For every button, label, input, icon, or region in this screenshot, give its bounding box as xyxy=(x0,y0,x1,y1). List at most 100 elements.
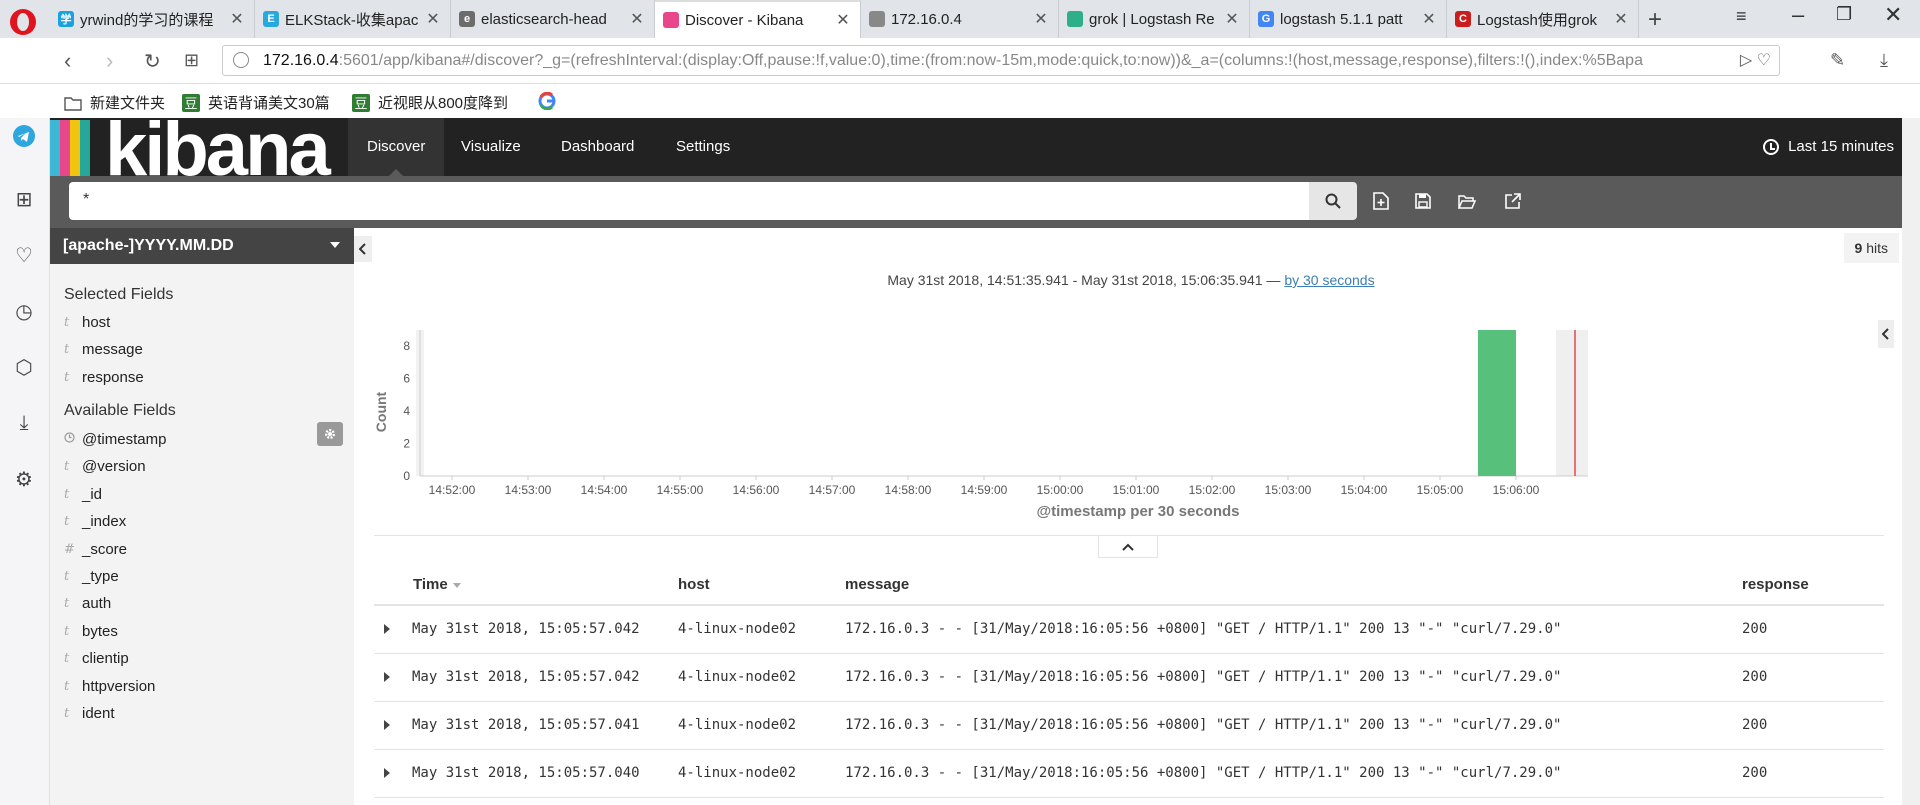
browser-tab[interactable]: Discover - Kibana ✕ xyxy=(655,0,861,38)
y-tick-label: 4 xyxy=(403,404,410,418)
close-tab-icon[interactable]: ✕ xyxy=(1420,9,1438,29)
string-type-icon: t xyxy=(64,569,70,584)
field-item[interactable]: @timestamp xyxy=(64,431,166,448)
extensions-cube-icon[interactable]: ⬡ xyxy=(12,355,36,379)
browser-tab[interactable]: 172.16.0.4 ✕ xyxy=(861,0,1059,38)
speed-dial-icon[interactable]: ⊞ xyxy=(12,187,36,211)
browser-tab[interactable]: grok | Logstash Re ✕ xyxy=(1059,0,1250,38)
kibana-wordmark: kibana xyxy=(105,118,331,176)
close-window-button[interactable]: ✕ xyxy=(1884,2,1902,28)
tab-settings[interactable]: Settings xyxy=(657,118,749,176)
field-settings-button[interactable] xyxy=(317,422,343,446)
tab-dashboard[interactable]: Dashboard xyxy=(542,118,653,176)
field-item[interactable]: t ident xyxy=(64,705,115,722)
speed-dial-icon[interactable]: ⊞ xyxy=(184,50,199,71)
field-item[interactable]: # _score xyxy=(64,541,127,558)
sort-desc-icon[interactable] xyxy=(452,582,461,588)
kibana-logo[interactable]: kibana xyxy=(50,118,350,176)
tab-menu-icon[interactable]: ≡ xyxy=(1736,6,1747,27)
table-row[interactable]: May 31st 2018, 15:05:57.040 4-linux-node0… xyxy=(374,750,1884,798)
snapshot-icon[interactable]: ✎ xyxy=(1830,50,1845,71)
opera-logo-icon[interactable] xyxy=(10,9,36,35)
search-button[interactable] xyxy=(1309,182,1357,220)
y-tick-label: 8 xyxy=(403,339,410,353)
browser-tab[interactable]: e elasticsearch-head ✕ xyxy=(451,0,655,38)
close-tab-icon[interactable]: ✕ xyxy=(1612,9,1630,29)
close-tab-icon[interactable]: ✕ xyxy=(1032,9,1050,29)
table-row[interactable]: May 31st 2018, 15:05:57.042 4-linux-node0… xyxy=(374,606,1884,654)
table-row[interactable]: May 31st 2018, 15:05:57.041 4-linux-node0… xyxy=(374,702,1884,750)
field-item[interactable]: t host xyxy=(64,314,110,331)
expand-row-icon[interactable] xyxy=(384,768,390,778)
browser-tab[interactable]: Glogstash 5.1.1 patt ✕ xyxy=(1250,0,1447,38)
minimize-button[interactable]: – xyxy=(1792,2,1804,28)
bookmark-douban-2[interactable]: 豆 近视眼从800度降到 xyxy=(352,92,508,113)
table-row[interactable]: May 31st 2018, 15:05:57.042 4-linux-node0… xyxy=(374,654,1884,702)
column-time[interactable]: Time xyxy=(413,576,461,593)
downloads-icon[interactable]: ⤓ xyxy=(12,411,36,435)
query-input[interactable]: * xyxy=(69,182,1309,220)
telegram-icon[interactable] xyxy=(12,124,36,148)
field-item[interactable]: t message xyxy=(64,341,143,358)
reload-button[interactable]: ↻ xyxy=(144,49,161,74)
save-search-button[interactable] xyxy=(1412,190,1434,212)
close-tab-icon[interactable]: ✕ xyxy=(424,9,442,29)
browser-tab[interactable]: E ELKStack-收集apac ✕ xyxy=(255,0,451,38)
forward-button[interactable]: › xyxy=(106,48,113,74)
bookmark-heart-icon[interactable]: ▷ ♡ xyxy=(1733,46,1771,75)
expand-row-icon[interactable] xyxy=(384,720,390,730)
field-item[interactable]: t bytes xyxy=(64,623,118,640)
history-icon[interactable]: ◷ xyxy=(12,299,36,323)
bookmark-google[interactable] xyxy=(538,92,564,110)
new-tab-button[interactable]: + xyxy=(1648,6,1662,34)
heart-icon[interactable]: ♡ xyxy=(12,243,36,267)
field-item[interactable]: t @version xyxy=(64,458,146,475)
column-host[interactable]: host xyxy=(678,576,710,593)
load-search-button[interactable] xyxy=(1456,190,1478,212)
collapse-sidebar-button[interactable] xyxy=(354,236,372,262)
field-item[interactable]: t response xyxy=(64,369,144,386)
x-tick-label: 15:05:00 xyxy=(1417,483,1464,497)
cell-time: May 31st 2018, 15:05:57.041 xyxy=(412,717,640,733)
close-tab-icon[interactable]: ✕ xyxy=(228,9,246,29)
bookmark-douban-1[interactable]: 豆 英语背诵美文30篇 xyxy=(182,92,330,113)
new-search-button[interactable] xyxy=(1370,190,1392,212)
settings-gear-icon[interactable]: ⚙ xyxy=(12,467,36,491)
share-search-button[interactable] xyxy=(1502,190,1524,212)
legend-toggle-button[interactable] xyxy=(1878,320,1894,348)
download-icon[interactable]: ⤓ xyxy=(1880,50,1888,71)
expand-row-icon[interactable] xyxy=(384,624,390,634)
column-response[interactable]: response xyxy=(1742,576,1809,593)
kibana-logo-stripes xyxy=(50,120,100,176)
close-tab-icon[interactable]: ✕ xyxy=(834,10,852,30)
tab-visualize[interactable]: Visualize xyxy=(442,118,540,176)
column-message[interactable]: message xyxy=(845,576,909,593)
time-picker-label: Last 15 minutes xyxy=(1788,138,1894,155)
browser-tab[interactable]: 学 yrwind的学习的课程 ✕ xyxy=(50,0,255,38)
cell-response: 200 xyxy=(1742,765,1768,781)
index-pattern-selector[interactable]: [apache-]YYYY.MM.DD xyxy=(50,228,354,264)
tab-discover[interactable]: Discover xyxy=(348,118,445,176)
restore-button[interactable]: ❐ xyxy=(1836,4,1852,25)
close-tab-icon[interactable]: ✕ xyxy=(1223,9,1241,29)
browser-tab[interactable]: C Logstash使用grok ✕ xyxy=(1447,0,1639,38)
interval-link[interactable]: by 30 seconds xyxy=(1284,272,1374,288)
new-document-icon xyxy=(1373,192,1389,210)
field-item[interactable]: t _type xyxy=(64,568,119,585)
field-item[interactable]: t clientip xyxy=(64,650,129,667)
time-picker[interactable]: Last 15 minutes xyxy=(1763,118,1894,176)
field-item[interactable]: t _id xyxy=(64,486,102,503)
field-item[interactable]: t _index xyxy=(64,513,126,530)
close-tab-icon[interactable]: ✕ xyxy=(628,9,646,29)
url-field[interactable]: 172.16.0.4:5601/app/kibana#/discover?_g=… xyxy=(222,45,1780,76)
toggle-chart-button[interactable] xyxy=(1098,536,1158,558)
page-scrollbar[interactable] xyxy=(1902,118,1920,805)
cell-time: May 31st 2018, 15:05:57.042 xyxy=(412,621,640,637)
hits-count: 9 xyxy=(1854,240,1863,256)
bookmark-folder[interactable]: 新建文件夹 xyxy=(64,92,165,113)
back-button[interactable]: ‹ xyxy=(64,48,71,74)
expand-row-icon[interactable] xyxy=(384,672,390,682)
field-item[interactable]: t auth xyxy=(64,595,111,612)
field-item[interactable]: t httpversion xyxy=(64,678,155,695)
folder-icon xyxy=(64,96,82,111)
